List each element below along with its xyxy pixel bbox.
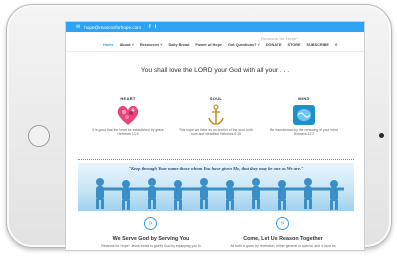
nav-item-label: Resources (139, 43, 160, 47)
heart-icon (117, 105, 139, 125)
column-title: HEART (120, 96, 136, 101)
unity-banner: "Keep through Your name those whom You h… (78, 163, 354, 211)
nav-item-subscribe[interactable]: SUBSCRIBE (307, 43, 329, 48)
nav-item-donate[interactable]: DONATE (266, 43, 282, 48)
column-description: Be transformed by the renewing of your m… (270, 128, 338, 137)
contact-email[interactable]: hope@reasonsforhope.com (84, 25, 141, 30)
site-logo[interactable]: Reasons for Hope* (261, 36, 298, 41)
reason-heading: Come, Let Us Reason Together (243, 236, 323, 242)
column-title: SOUL (209, 96, 223, 101)
serve-heading: We Serve God by Serving You (112, 236, 190, 242)
main-nav: Home About ˅ Resources ˅ Daily Bread Pow… (103, 42, 338, 48)
column-soul: SOUL This hope we have as an anchor of t… (176, 96, 256, 136)
nav-item-store[interactable]: STORE (288, 43, 301, 48)
column-mind: MIND Be transformed by the renewing of y… (264, 96, 344, 136)
nav-item-resources[interactable]: Resources ˅ (140, 43, 163, 48)
home-button[interactable] (28, 125, 50, 147)
serve-text: Reasons for Hope* Jesus exists to glorif… (101, 244, 201, 248)
nav-item-label: About (119, 43, 131, 47)
twitter-icon[interactable]: t (155, 24, 157, 30)
serve-more-button[interactable]: » (144, 217, 157, 230)
nav-item-got-questions[interactable]: Got Questions? ˅ (228, 43, 260, 48)
search-icon[interactable]: ⌕ (335, 42, 338, 48)
section-divider (78, 159, 354, 160)
brain-icon (293, 105, 315, 125)
tablet-frame: ✉ hope@reasonsforhope.com f t Reasons fo… (6, 4, 392, 251)
mail-icon: ✉ (76, 24, 81, 30)
screen: ✉ hope@reasonsforhope.com f t Reasons fo… (65, 21, 365, 251)
nav-item-power-of-hope[interactable]: Power of Hope (195, 43, 222, 48)
top-bar: ✉ hope@reasonsforhope.com f t (66, 22, 364, 32)
nav-item-about[interactable]: About ˅ (120, 43, 134, 48)
reason-text: All truth is given by revelation, either… (230, 244, 336, 248)
column-title: MIND (298, 96, 310, 101)
double-chevron-icon: » (148, 220, 153, 227)
anchor-icon (208, 104, 224, 125)
site-header: Reasons for Hope* Home About ˅ Resources… (66, 32, 364, 52)
page-headline: You shall love the LORD your God with al… (140, 67, 290, 74)
column-description: It is good that the heart be established… (92, 128, 164, 137)
double-chevron-icon: » (280, 220, 285, 227)
serve-column: We Serve God by Serving You Reasons for … (96, 236, 206, 248)
reason-more-button[interactable]: » (276, 217, 289, 230)
camera-icon (379, 133, 384, 138)
nav-item-home[interactable]: Home (103, 43, 114, 48)
facebook-icon[interactable]: f (149, 24, 151, 30)
column-heart: HEART It is good that the heart be estab… (88, 96, 168, 136)
nav-item-daily-bread[interactable]: Daily Bread (169, 43, 190, 48)
people-chain-image (96, 178, 344, 210)
reason-column: Come, Let Us Reason Together All truth i… (228, 236, 338, 248)
column-description: This hope we have as an anchor of the so… (178, 128, 254, 137)
nav-item-label: Got Questions? (228, 43, 257, 47)
